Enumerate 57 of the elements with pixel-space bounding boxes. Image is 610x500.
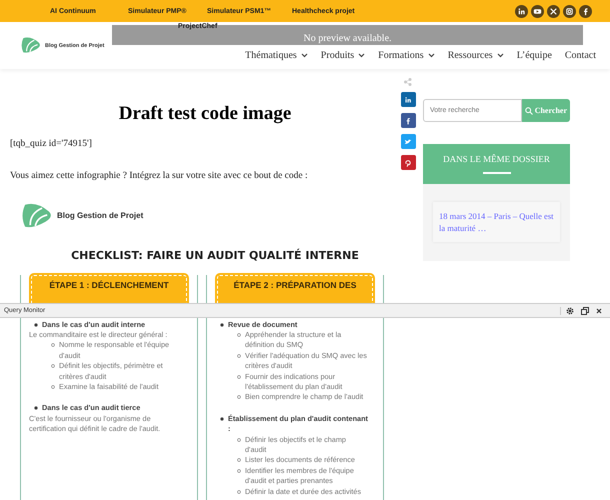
search-icon bbox=[524, 106, 533, 114]
bullet-icon bbox=[237, 374, 241, 379]
nav-item[interactable]: Formations bbox=[378, 50, 435, 61]
chevron-down-icon bbox=[496, 53, 504, 58]
nav-item[interactable]: Produits bbox=[320, 50, 366, 61]
pinterest-icon bbox=[403, 158, 413, 168]
social-button[interactable] bbox=[547, 4, 560, 18]
bullet-icon bbox=[51, 384, 55, 389]
share-button[interactable] bbox=[400, 155, 416, 170]
close-button[interactable] bbox=[596, 308, 602, 314]
bullet-icon bbox=[237, 458, 241, 462]
social-button[interactable] bbox=[531, 4, 544, 18]
social-button[interactable] bbox=[579, 4, 592, 18]
nav-item[interactable]: Thématiques bbox=[245, 50, 308, 61]
instagram-icon bbox=[564, 6, 575, 16]
logo-icon bbox=[20, 37, 42, 54]
share-button[interactable] bbox=[400, 113, 416, 128]
dossier-title: DANS LE MÊME DOSSIER bbox=[443, 154, 550, 164]
bullet-icon bbox=[34, 322, 38, 326]
nav-item[interactable]: Contact bbox=[564, 50, 596, 61]
bullet-icon bbox=[220, 416, 224, 421]
twitter-icon bbox=[403, 136, 413, 146]
article-title: Draft test code image bbox=[118, 103, 292, 125]
preview-text: No preview available. bbox=[303, 33, 392, 44]
chevron-down-icon bbox=[358, 53, 366, 58]
popout-button[interactable] bbox=[581, 306, 589, 314]
windows-icon bbox=[581, 306, 589, 314]
bullet-icon bbox=[237, 395, 241, 400]
chevron-down-icon bbox=[428, 53, 435, 58]
shortcode-text: [tqb_quiz id='74915'] bbox=[10, 139, 93, 149]
related-link[interactable]: 18 mars 2014 – Paris – Quelle est la maturité … bbox=[439, 210, 554, 234]
bullet-icon bbox=[51, 364, 55, 368]
linkedin-icon bbox=[403, 94, 413, 104]
gear-icon bbox=[566, 306, 574, 314]
close-icon bbox=[596, 308, 602, 314]
intro-text: Vous aimez cette infographie ? Intégrez la sur votre site avec ce bout de code : bbox=[10, 171, 309, 181]
bullet-icon bbox=[237, 332, 241, 337]
bullet-icon bbox=[237, 354, 241, 358]
social-button[interactable] bbox=[515, 4, 528, 18]
chevron-down-icon bbox=[300, 53, 308, 58]
settings-button[interactable] bbox=[566, 306, 574, 314]
bullet-icon bbox=[237, 490, 241, 494]
social-button[interactable] bbox=[563, 4, 576, 18]
bullet-icon bbox=[237, 468, 241, 473]
nav-item[interactable]: L’équipe bbox=[516, 50, 552, 61]
logo-icon bbox=[20, 203, 54, 228]
linkedin-icon bbox=[516, 6, 527, 16]
infographic-title: CHECKLIST: FAIRE UN AUDIT QUALITÉ INTERNE bbox=[70, 248, 360, 262]
x-icon bbox=[548, 6, 559, 16]
bullet-icon bbox=[34, 406, 38, 410]
bullet-icon bbox=[237, 438, 241, 442]
share-button[interactable] bbox=[400, 92, 416, 107]
share-button[interactable] bbox=[400, 134, 416, 149]
bullet-icon bbox=[51, 343, 55, 348]
bullet-icon bbox=[220, 322, 224, 326]
infographic-logo: Blog Gestion de Projet bbox=[57, 211, 144, 220]
nav-item[interactable]: Ressources bbox=[448, 50, 504, 61]
